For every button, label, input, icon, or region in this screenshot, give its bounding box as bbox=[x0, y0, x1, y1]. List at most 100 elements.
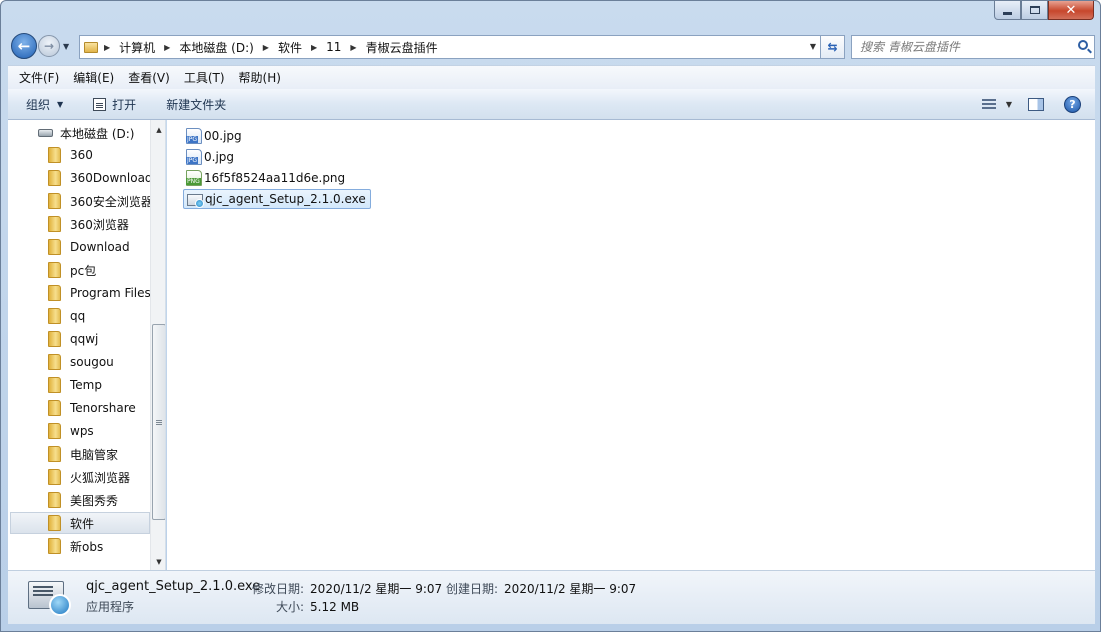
command-bar: 组织 ▼ 打开 新建文件夹 ▼ ? bbox=[8, 89, 1095, 120]
file-name: 0.jpg bbox=[204, 150, 235, 164]
chevron-right-icon[interactable]: ▶ bbox=[104, 43, 110, 52]
folder-icon bbox=[48, 377, 61, 393]
organize-label: 组织 bbox=[26, 97, 51, 112]
tree-item-label: qqwj bbox=[70, 332, 99, 346]
recent-pages-dropdown[interactable]: ▼ bbox=[63, 42, 69, 51]
scroll-thumb[interactable] bbox=[152, 324, 165, 520]
menu-help[interactable]: 帮助(H) bbox=[232, 66, 288, 89]
tree-item-folder[interactable]: Temp bbox=[48, 374, 151, 396]
view-options-icon[interactable] bbox=[981, 98, 996, 111]
minimize-button[interactable] bbox=[994, 1, 1021, 20]
scroll-down-icon[interactable]: ▼ bbox=[151, 554, 165, 570]
tree-item-label: 360 bbox=[70, 148, 93, 162]
view-dropdown-icon[interactable]: ▼ bbox=[1006, 100, 1012, 109]
modified-label: 修改日期: bbox=[252, 582, 305, 596]
file-item[interactable]: qjc_agent_Setup_2.1.0.exe bbox=[183, 189, 371, 209]
menu-file[interactable]: 文件(F) bbox=[12, 66, 66, 89]
folder-icon bbox=[48, 262, 61, 278]
address-history-dropdown[interactable]: ▼ bbox=[810, 42, 816, 51]
tree-item-folder[interactable]: 360 bbox=[48, 144, 151, 166]
tree-item-label: Temp bbox=[70, 378, 102, 392]
tree-item-folder[interactable]: Program Files bbox=[48, 282, 151, 304]
file-name: 00.jpg bbox=[204, 129, 242, 143]
tree-item-folder[interactable]: 电脑管家 bbox=[48, 443, 151, 465]
folder-icon bbox=[48, 331, 61, 347]
tree-item-drive-d[interactable]: 本地磁盘 (D:) bbox=[38, 122, 134, 144]
menu-edit[interactable]: 编辑(E) bbox=[66, 66, 121, 89]
folder-icon bbox=[84, 41, 98, 53]
tree-item-folder[interactable]: 360浏览器 bbox=[48, 213, 151, 235]
help-icon[interactable]: ? bbox=[1064, 96, 1081, 113]
tree-item-folder[interactable]: 360Download bbox=[48, 167, 153, 189]
tree-item-folder[interactable]: qqwj bbox=[48, 328, 151, 350]
breadcrumb-drive[interactable]: 本地磁盘 (D:) bbox=[179, 39, 253, 56]
tree-item-label: 360安全浏览器 bbox=[70, 194, 153, 209]
breadcrumb-11[interactable]: 11 bbox=[326, 40, 341, 54]
chevron-right-icon[interactable]: ▶ bbox=[311, 43, 317, 52]
created-label: 创建日期: bbox=[446, 582, 499, 596]
chevron-right-icon[interactable]: ▶ bbox=[164, 43, 170, 52]
size-label: 大小: bbox=[276, 600, 305, 614]
organize-button[interactable]: 组织 ▼ bbox=[16, 92, 73, 117]
tree-item-label: Tenorshare bbox=[70, 401, 136, 415]
created-value: 2020/11/2 星期一 9:07 bbox=[504, 582, 637, 596]
new-folder-button[interactable]: 新建文件夹 bbox=[156, 92, 236, 117]
chevron-right-icon[interactable]: ▶ bbox=[350, 43, 356, 52]
png-file-icon bbox=[186, 170, 202, 186]
tree-item-folder[interactable]: qq bbox=[48, 305, 151, 327]
tree-item-folder[interactable]: wps bbox=[48, 420, 151, 442]
back-icon: ← bbox=[17, 37, 31, 55]
file-item[interactable]: 0.jpg bbox=[183, 147, 238, 167]
tree-item-folder[interactable]: 360安全浏览器 bbox=[48, 190, 153, 212]
search-icon[interactable] bbox=[1078, 40, 1088, 50]
file-item[interactable]: 00.jpg bbox=[183, 126, 246, 146]
breadcrumb-computer[interactable]: 计算机 bbox=[119, 39, 155, 56]
windows-logo-icon bbox=[49, 594, 71, 616]
file-list: 00.jpg 0.jpg 16f5f8524aa11d6e.png qjc_agent… bbox=[167, 120, 1095, 570]
folder-icon bbox=[48, 400, 61, 416]
tree-item-label: sougou bbox=[70, 355, 114, 369]
folder-icon bbox=[48, 469, 61, 485]
folder-icon bbox=[48, 538, 61, 554]
close-icon: ✕ bbox=[1065, 2, 1077, 18]
breadcrumb-current[interactable]: 青椒云盘插件 bbox=[366, 39, 438, 56]
file-item[interactable]: 16f5f8524aa11d6e.png bbox=[183, 168, 349, 188]
refresh-button[interactable]: ⇆ bbox=[821, 35, 845, 59]
tree-item-folder[interactable]: 软件 bbox=[10, 512, 150, 534]
back-button[interactable]: ← bbox=[11, 33, 37, 59]
search-box bbox=[851, 35, 1095, 59]
tree-item-label: 电脑管家 bbox=[70, 447, 119, 462]
tree-item-folder[interactable]: 火狐浏览器 bbox=[48, 466, 151, 488]
menu-bar: 文件(F) 编辑(E) 查看(V) 工具(T) 帮助(H) bbox=[8, 65, 1095, 89]
maximize-button[interactable] bbox=[1021, 1, 1048, 20]
tree-item-folder[interactable]: Tenorshare bbox=[48, 397, 151, 419]
tree-item-folder[interactable]: 新obs bbox=[48, 535, 151, 557]
folder-icon bbox=[48, 308, 61, 324]
tree-item-label: 本地磁盘 (D:) bbox=[60, 126, 135, 141]
breadcrumb: ▶ 计算机 ▶ 本地磁盘 (D:) ▶ 软件 ▶ 11 ▶ 青椒云盘插件 bbox=[104, 39, 438, 56]
caption-buttons: ✕ bbox=[994, 1, 1094, 20]
forward-icon: → bbox=[43, 39, 55, 53]
tree-item-folder[interactable]: pc包 bbox=[48, 259, 151, 281]
file-name: 16f5f8524aa11d6e.png bbox=[204, 171, 346, 185]
tree-item-folder[interactable]: 美图秀秀 bbox=[48, 489, 151, 511]
tree-item-label: 360Download bbox=[70, 171, 153, 185]
open-button[interactable]: 打开 bbox=[83, 92, 146, 117]
preview-pane-icon[interactable] bbox=[1028, 98, 1044, 111]
breadcrumb-software[interactable]: 软件 bbox=[278, 39, 302, 56]
nav-scrollbar[interactable]: ▲ ▼ bbox=[150, 120, 165, 570]
scroll-up-icon[interactable]: ▲ bbox=[151, 122, 165, 138]
chevron-right-icon[interactable]: ▶ bbox=[263, 43, 269, 52]
forward-button[interactable]: → bbox=[38, 35, 60, 57]
tree-item-folder[interactable]: sougou bbox=[48, 351, 151, 373]
tree-item-folder[interactable]: Download bbox=[48, 236, 151, 258]
address-bar[interactable]: ▶ 计算机 ▶ 本地磁盘 (D:) ▶ 软件 ▶ 11 ▶ 青椒云盘插件 ▼ bbox=[79, 35, 821, 59]
tree-item-label: Download bbox=[70, 240, 130, 254]
close-button[interactable]: ✕ bbox=[1048, 1, 1094, 20]
details-created: 创建日期: 2020/11/2 星期一 9:07 bbox=[446, 580, 636, 597]
search-input[interactable] bbox=[852, 36, 1062, 58]
menu-tools[interactable]: 工具(T) bbox=[177, 66, 232, 89]
menu-view[interactable]: 查看(V) bbox=[121, 66, 177, 89]
details-size: 大小: 5.12 MB bbox=[276, 598, 359, 615]
navigation-row: ← → ▼ ▶ 计算机 ▶ 本地磁盘 (D:) ▶ 软件 ▶ 11 ▶ 青椒云盘… bbox=[9, 33, 1095, 61]
